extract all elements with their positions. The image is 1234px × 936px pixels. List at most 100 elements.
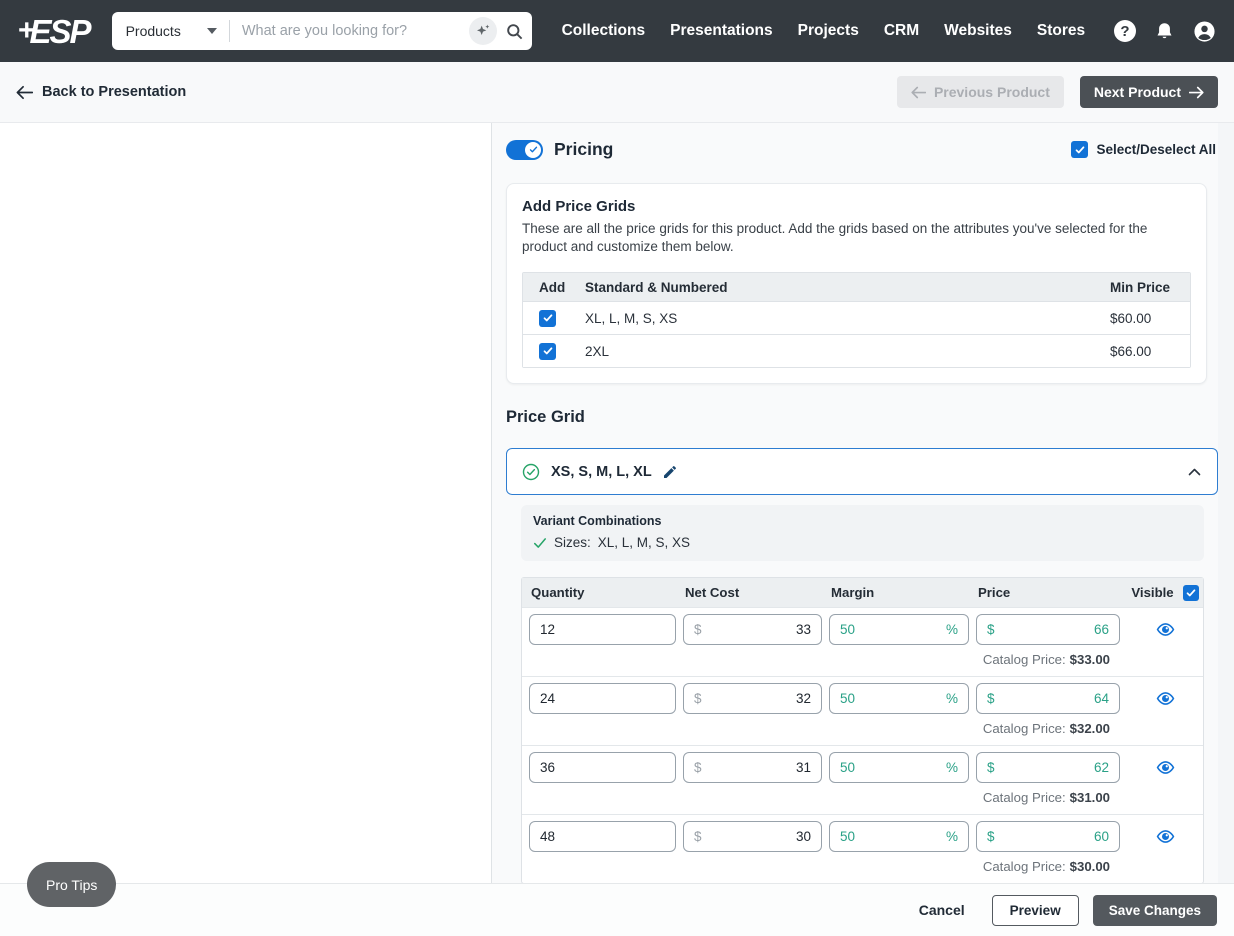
chevron-down-icon [207,28,217,34]
nav-link-projects[interactable]: Projects [798,22,859,40]
column-add: Add [539,280,585,295]
margin-value: 50 [840,829,855,844]
margin-input[interactable]: 50 % [829,821,969,852]
pro-tips-button[interactable]: Pro Tips [27,862,116,907]
pricing-toggle-knob [525,142,541,158]
price-value: 60 [1094,829,1109,844]
help-glyph: ? [1120,23,1129,40]
check-icon [533,537,547,549]
main-area: Pricing Select/Deselect All Add Price Gr… [0,123,1234,883]
net-cost-input[interactable]: $ 33 [683,614,822,645]
price-input[interactable]: $ 64 [976,683,1120,714]
ai-sparkle-icon[interactable] [469,17,497,45]
price-grids-table: Add Standard & Numbered Min Price XL, L,… [522,272,1191,368]
grid-row-checkbox[interactable] [539,310,556,327]
search-input[interactable] [242,23,469,39]
price-input[interactable]: $ 60 [976,821,1120,852]
next-product-button[interactable]: Next Product [1080,76,1218,108]
notifications-bell-icon[interactable] [1154,21,1175,42]
percent-symbol: % [946,691,958,706]
esp-logo-text: ESP [30,15,90,48]
primary-nav: Collections Presentations Projects CRM W… [562,22,1086,40]
net-cost-input[interactable]: $ 30 [683,821,822,852]
edit-pencil-icon[interactable] [662,464,678,480]
price-value: 66 [1094,622,1109,637]
quantity-input[interactable] [529,821,676,852]
dollar-symbol: $ [987,760,995,775]
percent-symbol: % [946,829,958,844]
account-icon[interactable] [1193,20,1216,43]
price-input[interactable]: $ 66 [976,614,1120,645]
quantity-input[interactable] [529,683,676,714]
arrow-right-icon [1189,86,1204,99]
margin-value: 50 [840,760,855,775]
variant-combinations-title: Variant Combinations [533,514,1192,528]
margin-value: 50 [840,622,855,637]
margin-input[interactable]: 50 % [829,752,969,783]
select-all-checkbox[interactable] [1071,141,1088,158]
pricing-table: Quantity Net Cost Margin Price Visible [521,577,1204,883]
quantity-input[interactable] [529,752,676,783]
preview-button[interactable]: Preview [992,895,1079,926]
scrollbar-track[interactable] [1218,123,1234,883]
next-product-label: Next Product [1094,84,1181,100]
net-cost-input[interactable]: $ 32 [683,683,822,714]
back-to-presentation-link[interactable]: Back to Presentation [16,84,186,100]
margin-input[interactable]: 50 % [829,683,969,714]
dollar-symbol: $ [694,691,702,706]
back-label: Back to Presentation [42,84,186,100]
cancel-button[interactable]: Cancel [919,902,965,918]
add-price-grids-card: Add Price Grids These are all the price … [506,183,1207,384]
visible-label: Visible [1131,585,1173,600]
footer-action-bar: Cancel Preview Save Changes [0,883,1234,936]
nav-link-stores[interactable]: Stores [1037,22,1085,40]
nav-link-collections[interactable]: Collections [562,22,646,40]
price-grid-body: Variant Combinations Sizes: XL, L, M, S,… [521,505,1204,883]
table-row: $ 33 50 % $ 66 [522,607,1203,676]
catalog-price-label: Catalog Price: [983,652,1066,667]
column-price: Price [976,585,1120,600]
catalog-price-label: Catalog Price: [983,790,1066,805]
previous-product-button[interactable]: Previous Product [897,76,1064,108]
pricing-panel-header: Pricing Select/Deselect All [506,139,1218,160]
pricing-panel: Pricing Select/Deselect All Add Price Gr… [491,123,1218,883]
price-grid-accordion-header[interactable]: XS, S, M, L, XL [506,448,1218,495]
margin-input[interactable]: 50 % [829,614,969,645]
dollar-symbol: $ [694,760,702,775]
select-deselect-all[interactable]: Select/Deselect All [1071,141,1216,158]
net-cost-value: 33 [796,622,811,637]
price-value: 62 [1094,760,1109,775]
table-row: $ 31 50 % $ 62 [522,745,1203,814]
quantity-input[interactable] [529,614,676,645]
catalog-price-value: $30.00 [1070,859,1110,874]
net-cost-input[interactable]: $ 31 [683,752,822,783]
price-input[interactable]: $ 62 [976,752,1120,783]
search-icon[interactable] [505,22,524,41]
chevron-up-icon[interactable] [1187,466,1202,478]
search-category-dropdown[interactable]: Products [126,23,217,39]
visible-all-checkbox[interactable] [1183,585,1199,601]
visible-eye-icon[interactable] [1156,828,1175,845]
variant-combinations-box: Variant Combinations Sizes: XL, L, M, S,… [521,505,1204,561]
table-row: $ 32 50 % $ 64 [522,676,1203,745]
top-navbar: + ESP Products Collections Presentations… [0,0,1234,62]
visible-eye-icon[interactable] [1156,621,1175,638]
nav-link-crm[interactable]: CRM [884,22,919,40]
catalog-price-line: Catalog Price:$31.00 [522,790,1203,805]
esp-logo[interactable]: + ESP [18,15,90,48]
help-icon[interactable]: ? [1114,20,1136,42]
nav-link-websites[interactable]: Websites [944,22,1012,40]
grid-row-name: XL, L, M, S, XS [585,311,1110,326]
left-empty-area [0,123,491,883]
column-min-price: Min Price [1110,280,1190,295]
grid-row-checkbox[interactable] [539,343,556,360]
select-all-label: Select/Deselect All [1096,142,1216,157]
visible-eye-icon[interactable] [1156,759,1175,776]
nav-link-presentations[interactable]: Presentations [670,22,773,40]
pricing-table-header: Quantity Net Cost Margin Price Visible [522,578,1203,607]
visible-eye-icon[interactable] [1156,690,1175,707]
grid-row-min-price: $60.00 [1110,311,1190,326]
save-changes-button[interactable]: Save Changes [1093,895,1217,926]
add-price-grids-description: These are all the price grids for this p… [522,220,1191,256]
pricing-toggle[interactable] [506,140,543,160]
